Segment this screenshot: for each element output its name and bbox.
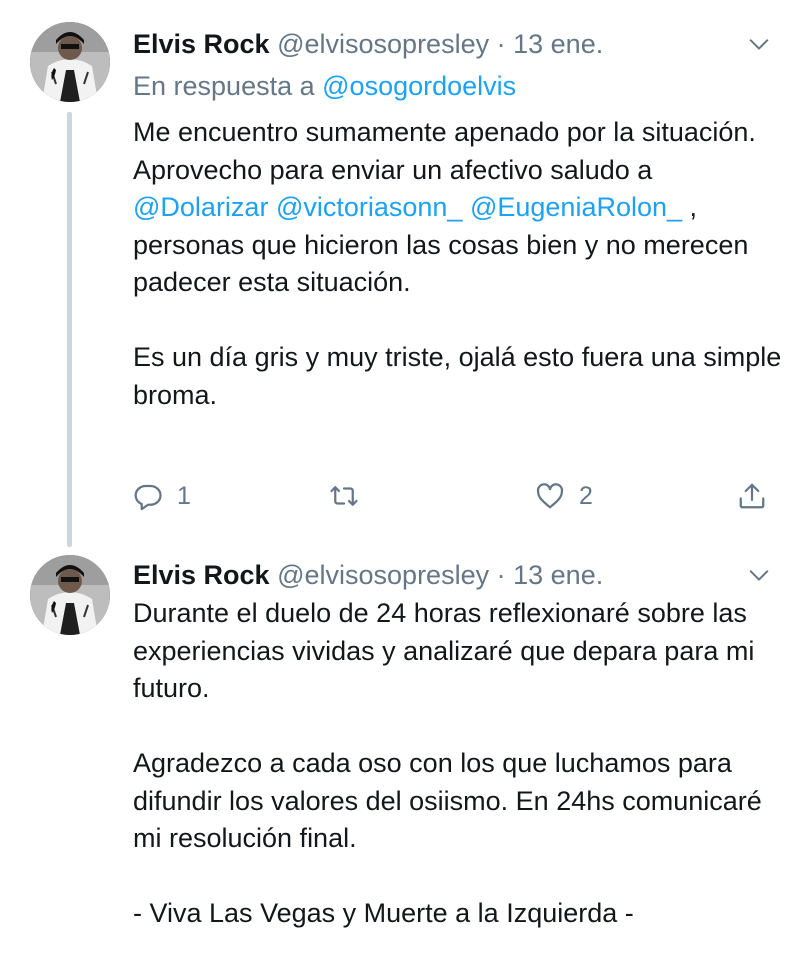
avatar[interactable] (30, 22, 110, 102)
mention-link[interactable]: @Dolarizar (133, 192, 268, 222)
tweet-text-segment (268, 192, 276, 222)
tweet-paragraph: Durante el duelo de 24 horas reflexionar… (133, 598, 755, 703)
retweet-button[interactable] (329, 478, 359, 514)
share-button[interactable] (737, 478, 767, 514)
chevron-down-icon[interactable] (748, 33, 770, 55)
separator: · (496, 29, 506, 59)
heart-icon (536, 483, 564, 509)
tweet-header: Elvis Rock @elvisosopresley · 13 ene. (133, 26, 603, 62)
tweet-date[interactable]: 13 ene. (513, 560, 603, 590)
avatar[interactable] (30, 555, 110, 635)
avatar-image (30, 22, 110, 102)
tweet-actions: 1 2 (133, 478, 773, 514)
avatar-image (30, 555, 110, 635)
separator: · (496, 560, 506, 590)
reply-context: En respuesta a @osogordoelvis (133, 68, 516, 104)
mention-link[interactable]: @victoriasonn_ (276, 192, 463, 222)
mention-link[interactable]: @EugeniaRolon_ (470, 192, 682, 222)
user-handle[interactable]: @elvisosopresley (277, 29, 489, 59)
like-count: 2 (579, 481, 593, 510)
reply-prefix: En respuesta a (133, 71, 315, 101)
chevron-down-icon[interactable] (748, 564, 770, 586)
tweet[interactable]: Elvis Rock @elvisosopresley · 13 ene. En… (0, 0, 804, 547)
reply-mention-link[interactable]: @osogordoelvis (322, 71, 516, 101)
user-handle[interactable]: @elvisosopresley (277, 560, 489, 590)
reply-icon (134, 484, 162, 511)
reply-count: 1 (177, 481, 191, 510)
tweet-paragraph: Es un día gris y muy triste, ojalá esto … (133, 342, 782, 410)
tweet-text: Me encuentro sumamente apenado por la si… (133, 114, 783, 414)
tweet-header: Elvis Rock @elvisosopresley · 13 ene. (133, 557, 603, 593)
display-name[interactable]: Elvis Rock (133, 29, 270, 59)
tweet-text: Durante el duelo de 24 horas reflexionar… (133, 595, 783, 933)
tweet-text-segment (462, 192, 470, 222)
tweet-date[interactable]: 13 ene. (513, 29, 603, 59)
like-button[interactable]: 2 (535, 478, 593, 514)
display-name[interactable]: Elvis Rock (133, 560, 270, 590)
thread-line (67, 112, 72, 547)
tweet[interactable]: Elvis Rock @elvisosopresley · 13 ene. Du… (0, 545, 804, 960)
tweet-paragraph: - Viva Las Vegas y Muerte a la Izquierda… (133, 898, 634, 928)
tweet-paragraph: Agradezco a cada oso con los que luchamo… (133, 748, 762, 853)
reply-button[interactable]: 1 (133, 478, 191, 514)
retweet-icon (330, 486, 358, 506)
tweet-paragraph: Me encuentro sumamente apenado por la si… (133, 114, 783, 302)
share-icon (739, 483, 765, 509)
tweet-text-segment: Me encuentro sumamente apenado por la si… (133, 117, 756, 185)
